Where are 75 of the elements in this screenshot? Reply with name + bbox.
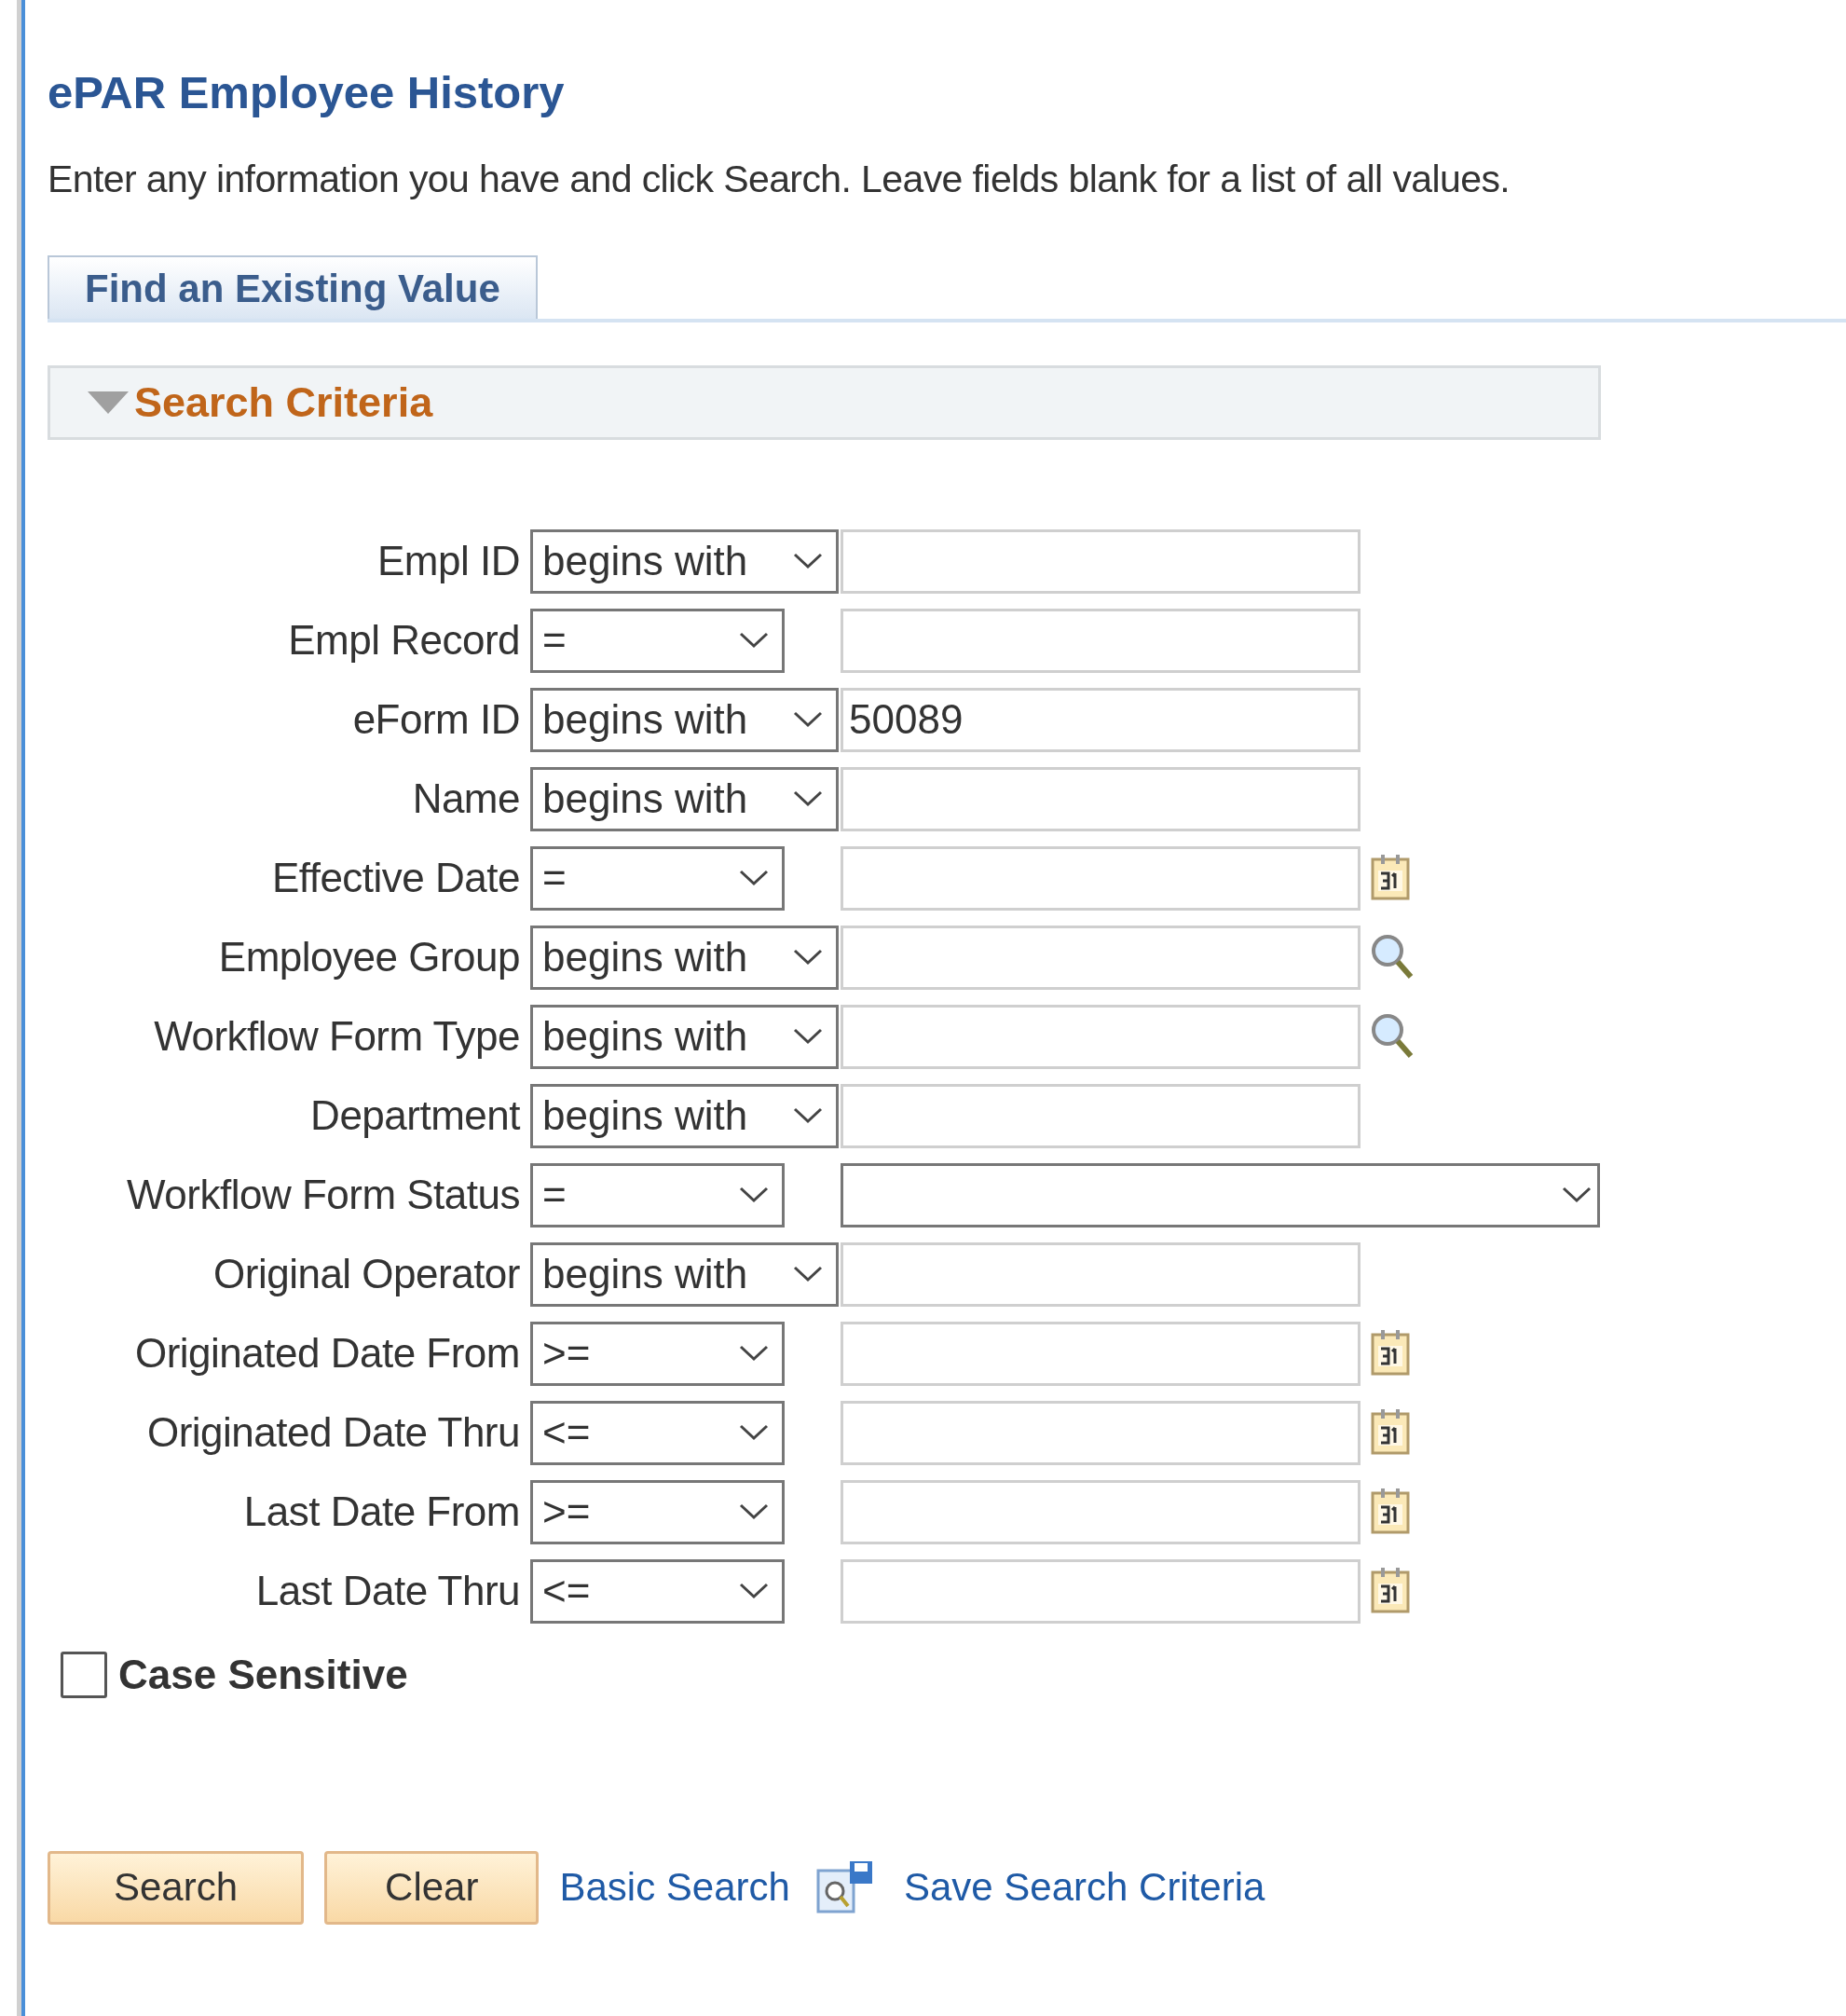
chevron-icon <box>739 1583 769 1600</box>
checkbox[interactable] <box>61 1651 107 1698</box>
field-label: Originated Date From <box>133 1330 520 1378</box>
chevron-icon <box>739 1503 769 1521</box>
chevron-icon <box>793 553 823 570</box>
operator-dropdown[interactable]: begins with <box>530 925 839 990</box>
operator-dropdown[interactable]: begins with <box>530 1004 839 1069</box>
chevron-icon <box>1562 1186 1592 1204</box>
calendar-icon[interactable] <box>1370 1329 1413 1378</box>
page-title: ePAR Employee History <box>48 66 566 119</box>
calendar-icon[interactable] <box>1370 1488 1413 1537</box>
lookup-field[interactable] <box>841 925 1361 990</box>
field-label: Last Date From <box>242 1488 520 1536</box>
text-field[interactable]: 50089 <box>841 687 1361 752</box>
calendar-icon[interactable] <box>1370 1567 1413 1616</box>
chevron-icon <box>793 790 823 808</box>
chevron-icon <box>793 711 823 729</box>
basic-search-link[interactable]: Basic Search <box>559 1865 790 1911</box>
operator-dropdown[interactable]: >= <box>530 1479 785 1544</box>
field-label: Workflow Form Type <box>153 1013 520 1061</box>
chevron-icon <box>793 1107 823 1125</box>
clear-button[interactable]: Clear <box>324 1850 540 1925</box>
operator-dropdown[interactable]: begins with <box>530 766 839 831</box>
date-field[interactable] <box>841 1321 1361 1386</box>
operator-dropdown[interactable]: = <box>530 608 785 673</box>
operator-dropdown[interactable]: begins with <box>530 528 839 594</box>
chevron-icon <box>739 632 769 650</box>
chevron-icon <box>739 870 769 887</box>
checkbox-label: Case Sensitive <box>118 1651 408 1698</box>
operator-dropdown[interactable]: begins with <box>530 687 839 752</box>
chevron-icon <box>739 1424 769 1442</box>
operator-dropdown[interactable]: begins with <box>530 1241 839 1307</box>
text-field[interactable] <box>841 528 1361 594</box>
calendar-icon[interactable] <box>1370 1408 1413 1458</box>
date-field[interactable] <box>841 1479 1361 1544</box>
calendar-icon[interactable] <box>1370 854 1413 903</box>
field-label: Empl Record <box>287 617 520 665</box>
section-title: Search Criteria <box>134 377 433 427</box>
operator-dropdown[interactable]: <= <box>530 1400 785 1465</box>
instructions-text: Enter any information you have and click Search. Leave fields blank for a list of all values. <box>48 157 1511 201</box>
status-dropdown[interactable] <box>841 1162 1600 1227</box>
chevron-icon <box>793 1266 823 1283</box>
field-label: Original Operator <box>212 1251 520 1298</box>
field-label: Empl ID <box>376 538 520 585</box>
operator-dropdown[interactable]: >= <box>530 1321 785 1386</box>
operator-dropdown[interactable]: = <box>530 845 785 911</box>
tab[interactable]: Find an Existing Value <box>48 254 538 319</box>
text-field[interactable] <box>841 608 1361 673</box>
text-field[interactable] <box>841 1083 1361 1148</box>
date-field[interactable] <box>841 1558 1361 1624</box>
chevron-icon <box>793 949 823 967</box>
operator-dropdown[interactable]: begins with <box>530 1083 839 1148</box>
operator-dropdown[interactable]: = <box>530 1162 785 1227</box>
field-label: Last Date Thru <box>254 1568 520 1615</box>
field-label: Effective Date <box>270 855 520 902</box>
field-label: Department <box>309 1092 520 1140</box>
section-header[interactable]: Search Criteria <box>48 364 1601 440</box>
text-field[interactable] <box>841 766 1361 831</box>
lookup-field[interactable] <box>841 1004 1361 1069</box>
chevron-icon <box>739 1345 769 1363</box>
date-field[interactable] <box>841 845 1361 911</box>
text-field[interactable] <box>841 1241 1361 1307</box>
search-button[interactable]: Search <box>48 1850 305 1925</box>
chevron-icon <box>793 1028 823 1046</box>
field-label: eForm ID <box>351 696 520 744</box>
collapse-triangle-icon[interactable] <box>86 389 130 416</box>
field-label: Name <box>411 775 520 823</box>
chevron-icon <box>739 1186 769 1204</box>
field-label: Employee Group <box>217 934 520 981</box>
field-label: Workflow Form Status <box>126 1172 520 1219</box>
operator-dropdown[interactable]: <= <box>530 1558 785 1624</box>
save-search-link[interactable]: Save Search Criteria <box>903 1865 1265 1911</box>
field-label: Originated Date Thru <box>145 1409 520 1457</box>
save-search-icon[interactable] <box>815 1859 874 1916</box>
date-field[interactable] <box>841 1400 1361 1465</box>
